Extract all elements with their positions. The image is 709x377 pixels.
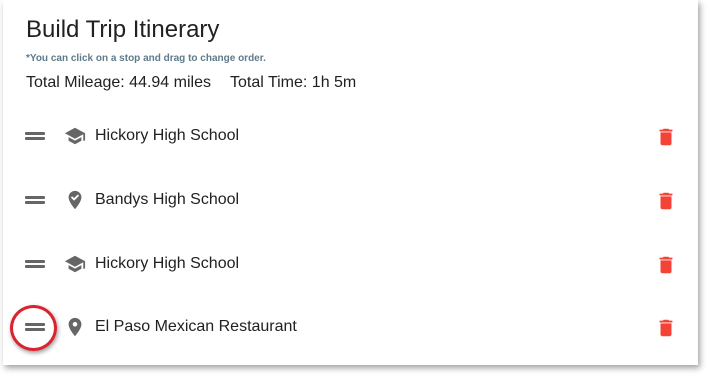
stop-label: Hickory High School — [95, 127, 240, 144]
school-icon — [64, 255, 86, 273]
delete-icon[interactable] — [655, 316, 677, 340]
school-icon — [64, 127, 86, 145]
total-time: Total Time: 1h 5m — [229, 74, 357, 91]
place-check-icon — [68, 190, 82, 210]
screen: Build Trip Itinerary *You can click on a… — [0, 0, 709, 377]
total-mileage: Total Mileage: 44.94 miles — [26, 74, 211, 91]
stop-label: El Paso Mexican Restaurant — [95, 318, 297, 335]
stop-label: Hickory High School — [95, 255, 240, 272]
trip-summary: Total Mileage: 44.94 miles Total Time: 1h… — [26, 74, 356, 92]
delete-icon[interactable] — [655, 189, 677, 213]
page-title: Build Trip Itinerary — [26, 16, 220, 43]
stop-item[interactable]: Hickory High School — [3, 117, 698, 157]
drag-handle-icon[interactable] — [25, 130, 45, 142]
drag-hint: *You can click on a stop and drag to cha… — [26, 53, 266, 64]
stop-item[interactable]: Bandys High School — [3, 181, 698, 221]
stop-item[interactable]: Hickory High School — [3, 245, 698, 285]
stop-label: Bandys High School — [95, 191, 240, 208]
drag-handle-icon[interactable] — [25, 321, 45, 333]
delete-icon[interactable] — [655, 125, 677, 149]
delete-icon[interactable] — [655, 253, 677, 277]
place-icon — [68, 317, 82, 337]
itinerary-card: Build Trip Itinerary *You can click on a… — [3, 0, 698, 365]
drag-handle-icon[interactable] — [25, 258, 45, 270]
drag-handle-icon[interactable] — [25, 194, 45, 206]
stop-item[interactable]: El Paso Mexican Restaurant — [3, 308, 698, 348]
